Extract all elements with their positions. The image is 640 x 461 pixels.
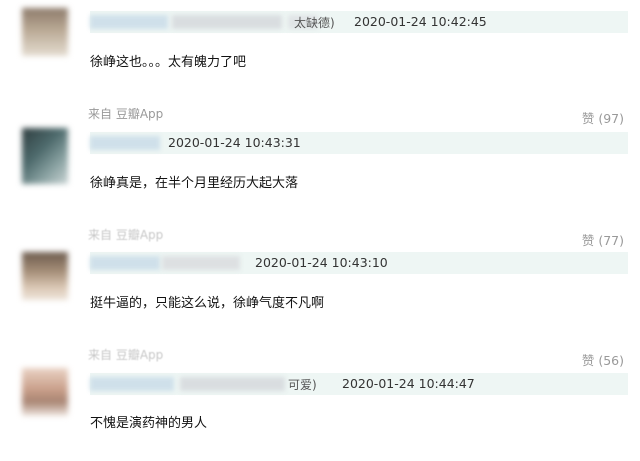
comment-text: 徐峥真是，在半个月里经历大起大落 [90, 176, 299, 191]
blurred-username[interactable] [90, 256, 160, 270]
comment-meta-bar: 2020-01-24 10:43:10 [90, 252, 628, 274]
comment-text: 徐峥这也。。。太有魄力了吧 [90, 55, 247, 70]
comment-item: 2020-01-24 10:43:31 徐峥真是，在半个月里经历大起大落 来自 … [0, 120, 640, 248]
blurred-username[interactable] [90, 377, 174, 391]
blurred-username [172, 15, 282, 29]
comment-meta-bar: 可爱) 2020-01-24 10:44:47 [90, 373, 628, 395]
user-avatar[interactable] [22, 128, 68, 184]
comment-text: 挺牛逼的，只能这么说，徐峥气度不凡啊 [90, 296, 325, 311]
username-suffix: 太缺德) [294, 16, 335, 30]
comment-timestamp: 2020-01-24 10:43:31 [168, 135, 301, 150]
comment-item: 太缺德) 2020-01-24 10:42:45 徐峥这也。。。太有魄力了吧 来… [0, 0, 640, 126]
comment-text: 不愧是演药神的男人 [90, 416, 208, 431]
username-suffix: 可爱) [288, 378, 317, 392]
user-avatar[interactable] [22, 8, 68, 56]
blurred-username[interactable] [90, 15, 168, 29]
comment-timestamp: 2020-01-24 10:42:45 [354, 14, 487, 29]
comment-feed: { "comments": [ { "username_suffix": "太缺… [0, 0, 640, 461]
comment-timestamp: 2020-01-24 10:43:10 [255, 255, 388, 270]
comment-meta-bar: 太缺德) 2020-01-24 10:42:45 [90, 11, 628, 33]
comment-meta-bar: 2020-01-24 10:43:31 [90, 132, 628, 154]
comment-item: 2020-01-24 10:43:10 挺牛逼的，只能这么说，徐峥气度不凡啊 来… [0, 240, 640, 368]
blurred-username [162, 256, 240, 270]
comment-timestamp: 2020-01-24 10:44:47 [342, 376, 475, 391]
comment-item: 可爱) 2020-01-24 10:44:47 不愧是演药神的男人 [0, 360, 640, 461]
user-avatar[interactable] [22, 368, 68, 416]
user-avatar[interactable] [22, 252, 68, 300]
blurred-username[interactable] [90, 136, 160, 150]
blurred-username [180, 377, 285, 391]
